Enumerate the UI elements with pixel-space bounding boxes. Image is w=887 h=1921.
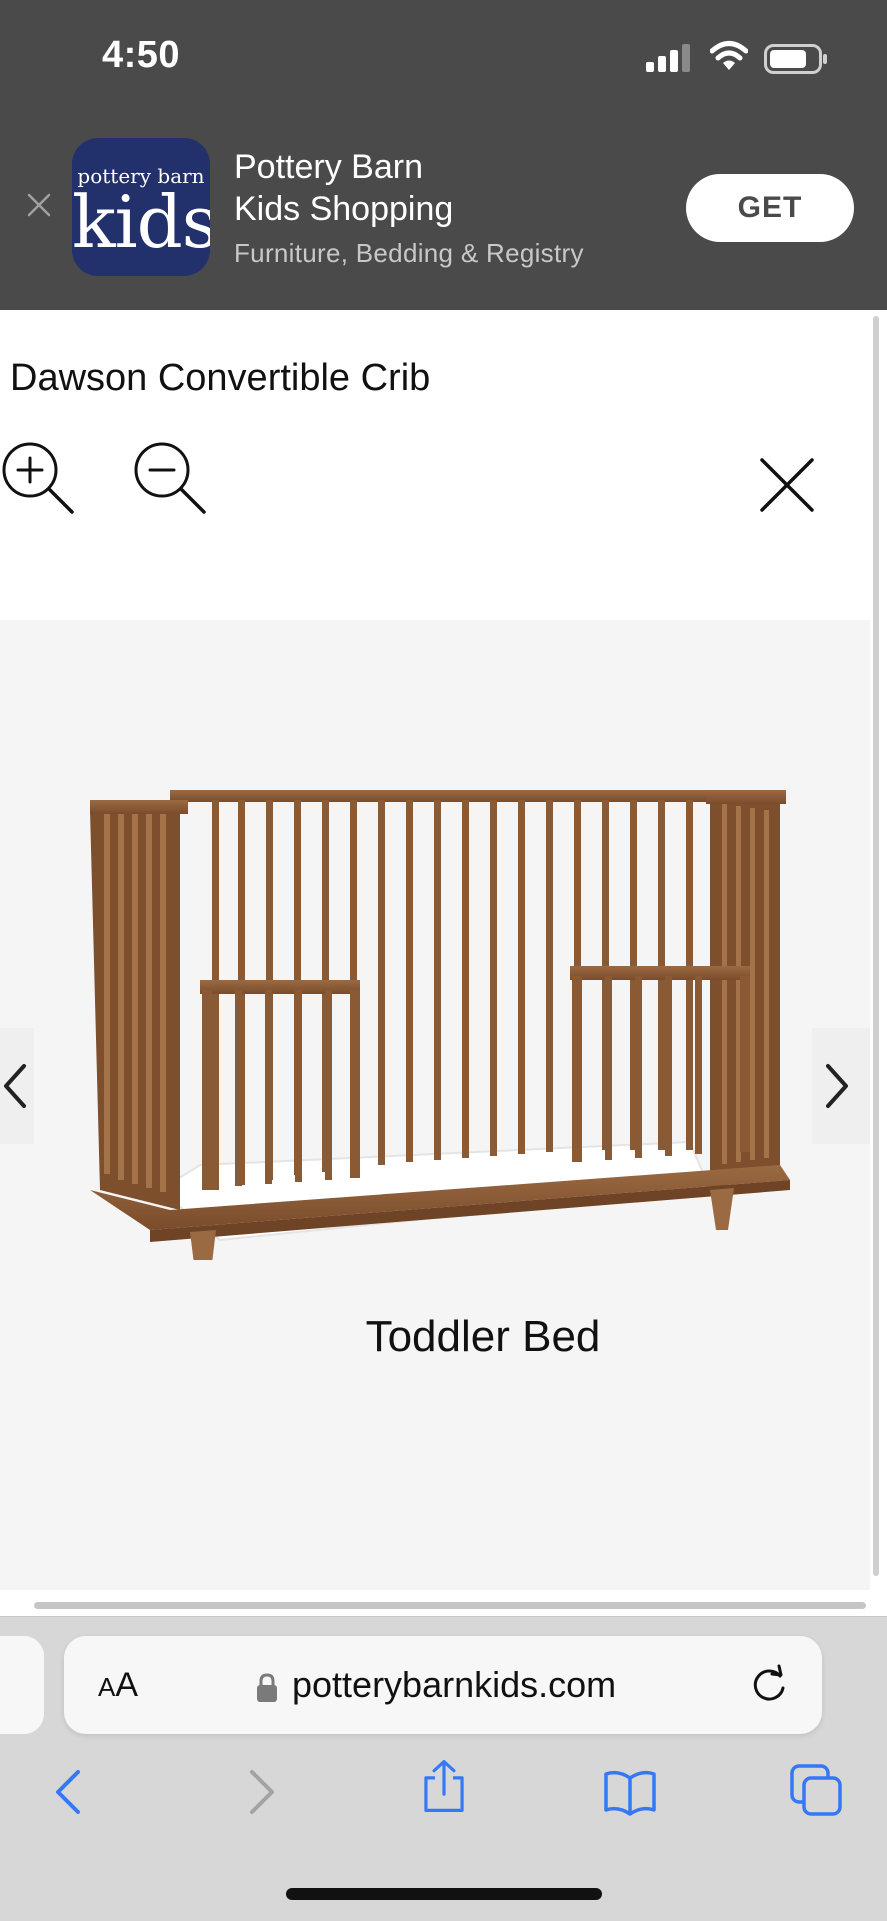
- status-time: 4:50: [102, 34, 181, 76]
- text-size-big-a: A: [115, 1666, 139, 1704]
- back-icon[interactable]: [44, 1764, 100, 1820]
- app-icon[interactable]: pottery barn kids: [72, 138, 210, 276]
- battery-icon: [764, 44, 827, 74]
- chevron-right-icon: [826, 1064, 848, 1108]
- next-image-button[interactable]: [812, 1028, 870, 1144]
- page-title: Dawson Convertible Crib: [10, 357, 431, 399]
- forward-icon[interactable]: [230, 1764, 286, 1820]
- home-indicator[interactable]: [286, 1888, 602, 1900]
- close-banner-icon[interactable]: [26, 192, 52, 218]
- text-size-button[interactable]: AA: [98, 1666, 138, 1705]
- reload-icon[interactable]: [748, 1664, 790, 1706]
- text-size-small-a: A: [98, 1672, 116, 1702]
- image-caption: Toddler Bed: [365, 1312, 601, 1361]
- url-text[interactable]: potterybarnkids.com: [292, 1664, 616, 1706]
- wifi-icon: [710, 41, 748, 70]
- lock-icon: [257, 1673, 277, 1702]
- app-name: Pottery Barn Kids Shopping: [234, 146, 654, 230]
- close-viewer-icon[interactable]: [758, 456, 816, 514]
- zoom-in-icon[interactable]: [0, 440, 76, 516]
- app-name-line2: Kids Shopping: [234, 190, 454, 228]
- tabs-icon[interactable]: [788, 1762, 844, 1818]
- previous-image-button[interactable]: [0, 1028, 34, 1144]
- crib-product-image: [90, 790, 790, 1260]
- app-subtitle: Furniture, Bedding & Registry: [234, 238, 584, 268]
- app-icon-text-big: kids: [72, 180, 210, 264]
- cellular-signal-icon: [646, 44, 690, 72]
- share-icon[interactable]: [416, 1758, 472, 1814]
- get-button[interactable]: GET: [686, 174, 854, 242]
- horizontal-scrollbar[interactable]: [34, 1602, 866, 1609]
- app-name-line1: Pottery Barn: [234, 148, 423, 186]
- chevron-left-icon: [4, 1064, 26, 1108]
- bookmarks-icon[interactable]: [602, 1764, 658, 1820]
- zoom-out-icon[interactable]: [132, 440, 208, 516]
- previous-tab-card[interactable]: [0, 1636, 44, 1734]
- vertical-scrollbar[interactable]: [873, 316, 879, 1576]
